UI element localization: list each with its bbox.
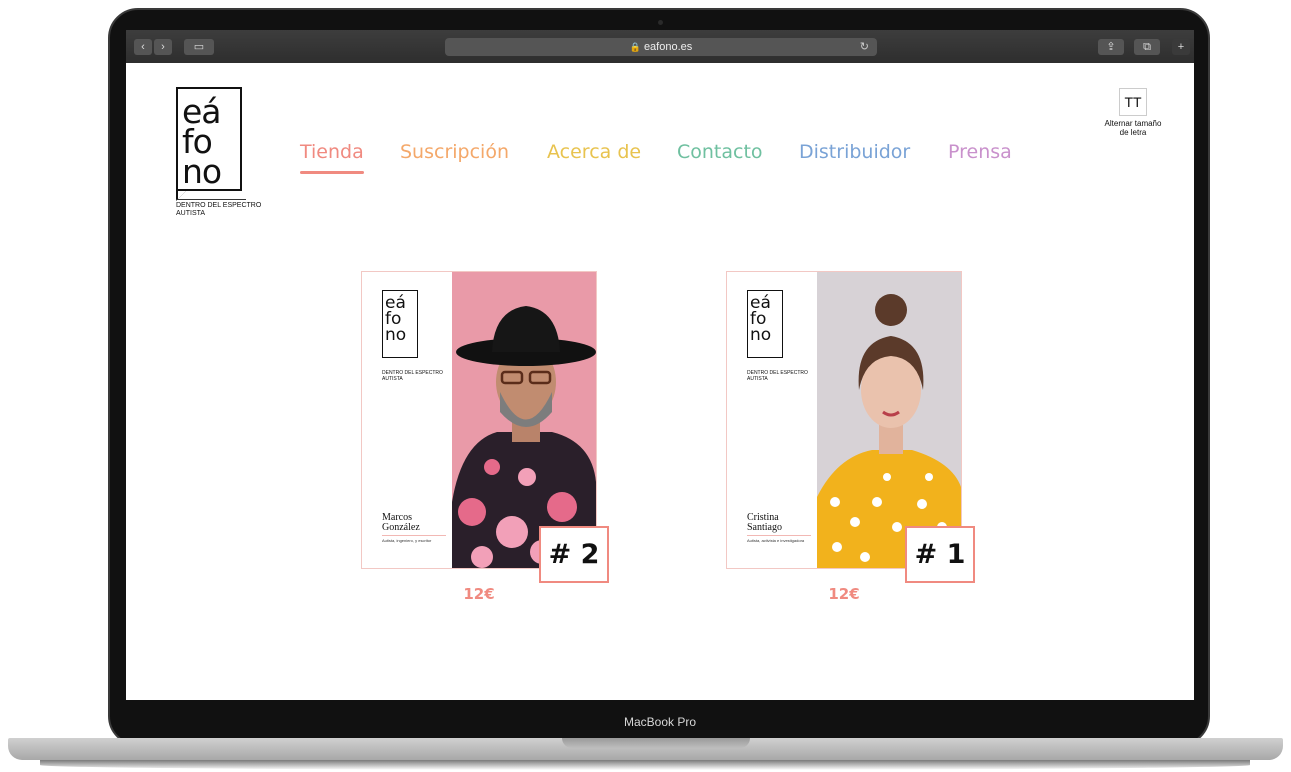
nav-item-distribuidor[interactable]: Distribuidor (799, 141, 910, 163)
cover-logo-line-1: eá (750, 293, 771, 313)
device-label: MacBook Pro (623, 715, 697, 729)
portrait-man-image (452, 272, 596, 568)
cover-person-description: Autista, activista e investigadora (747, 538, 805, 543)
portrait-woman-image (817, 272, 961, 568)
url-text: eafono.es (643, 41, 693, 53)
product-card[interactable]: eá fo no DENTRO DEL ESPECTRO AUTISTA Cri… (726, 271, 962, 569)
text-size-toggle[interactable]: TT Alternar tamaño de letra (1103, 88, 1163, 137)
active-underline (300, 171, 364, 174)
rank-badge: # 2 (539, 526, 609, 583)
cover-divider (382, 535, 446, 536)
lock-icon: 🔒 (629, 42, 641, 52)
logo-divider (176, 199, 246, 200)
nav-item-acerca-de[interactable]: Acerca de (547, 141, 641, 163)
reload-button[interactable]: ↻ (860, 38, 869, 56)
portrait-photo (452, 272, 596, 568)
card-cover-left: eá fo no DENTRO DEL ESPECTRO AUTISTA Cri… (727, 272, 817, 568)
nav-item-contacto[interactable]: Contacto (677, 141, 763, 163)
cover-logo: eá fo no (382, 290, 418, 358)
cover-logo-line-1: eá (385, 293, 406, 313)
cover-person-description: Autista, ingeniero, y escritor (382, 538, 432, 543)
nav-label-contacto: Contacto (677, 141, 763, 163)
cover-divider (747, 535, 811, 536)
nav-item-tienda[interactable]: Tienda (300, 141, 364, 174)
sidebar-toggle-icon[interactable]: ▭ (184, 39, 214, 55)
laptop-opening-notch (562, 738, 750, 748)
cover-logo-line-3: no (385, 325, 407, 345)
new-tab-button[interactable]: + (1172, 39, 1190, 55)
cover-tagline: DENTRO DEL ESPECTRO AUTISTA (747, 370, 808, 382)
rank-badge: # 1 (905, 526, 975, 583)
logo-mark: eá fo no (176, 87, 242, 201)
nav-label-distribuidor: Distribuidor (799, 141, 911, 163)
nav-label-acerca-de: Acerca de (547, 141, 642, 163)
share-button[interactable]: ⇪ (1098, 39, 1124, 55)
card-cover-left: eá fo no DENTRO DEL ESPECTRO AUTISTA Mar… (362, 272, 452, 568)
cover-tagline: DENTRO DEL ESPECTRO AUTISTA (382, 370, 443, 382)
browser-toolbar: ‹ › ▭ 🔒 eafono.es ↻ ⇪ ⧉ + (126, 30, 1194, 63)
back-button[interactable]: ‹ (134, 39, 152, 55)
address-bar[interactable]: 🔒 eafono.es ↻ (445, 38, 877, 56)
text-size-label: Alternar tamaño de letra (1104, 119, 1162, 137)
webcam-icon (658, 20, 663, 25)
nav-item-prensa[interactable]: Prensa (948, 141, 1012, 163)
logo-line-3: no (182, 152, 222, 191)
laptop-base (0, 738, 1291, 772)
nav-label-suscripcion: Suscripción (400, 141, 509, 163)
cover-person-name: Cristina Santiago (747, 512, 782, 533)
text-size-icon: TT (1119, 88, 1147, 116)
product-price: 12€ (463, 585, 495, 603)
nav-item-suscripcion[interactable]: Suscripción (400, 141, 509, 163)
laptop-shadow (40, 760, 1250, 770)
site-logo[interactable]: eá fo no DENTRO DEL ESPECTRO AUTISTA (176, 87, 261, 217)
cover-logo-line-3: no (750, 325, 772, 345)
forward-button[interactable]: › (154, 39, 172, 55)
web-page: eá fo no DENTRO DEL ESPECTRO AUTISTA Tie… (126, 63, 1194, 700)
cover-person-name: Marcos González (382, 512, 420, 533)
tabs-overview-button[interactable]: ⧉ (1134, 39, 1160, 55)
browser-window: ‹ › ▭ 🔒 eafono.es ↻ ⇪ ⧉ + eá fo no DENTRO… (126, 30, 1194, 700)
portrait-photo (817, 272, 961, 568)
logo-tagline: DENTRO DEL ESPECTRO AUTISTA (176, 202, 262, 217)
product-price: 12€ (828, 585, 860, 603)
nav-label-prensa: Prensa (948, 141, 1012, 163)
cover-logo: eá fo no (747, 290, 783, 358)
product-card[interactable]: eá fo no DENTRO DEL ESPECTRO AUTISTA Mar… (361, 271, 597, 569)
nav-label-tienda: Tienda (300, 141, 364, 163)
